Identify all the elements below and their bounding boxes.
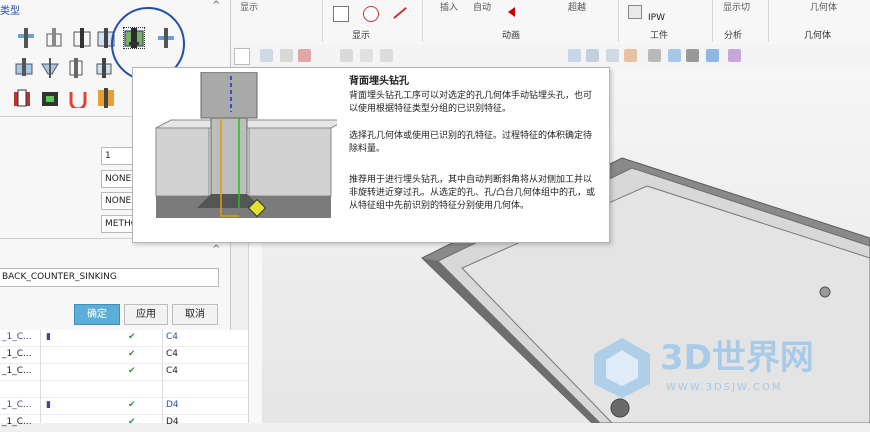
collapse-icon[interactable]: ^ [212,244,220,255]
groove-milling-icon[interactable] [68,88,88,111]
line-icon[interactable] [393,7,407,19]
view-orient-icon[interactable] [668,49,681,62]
operation-list: _1_C... ▮ ✔ C4 _1_C... ✔ C4 _1_C... ✔ C4… [0,330,248,432]
ipw-label[interactable]: IPW [648,13,665,23]
filter-dropdown[interactable] [234,48,250,65]
counterbore-icon[interactable] [14,58,34,78]
ribbon-top-label[interactable]: 显示 [240,0,258,13]
pan-icon[interactable] [624,49,637,62]
ribbon-separator [768,0,769,42]
watermark-url: WWW.3DSJW.COM [666,382,783,393]
type-section-header[interactable]: 类型 [0,2,20,17]
target-icon[interactable] [363,6,379,22]
render-style-icon[interactable] [648,49,661,62]
display-icon[interactable] [333,6,349,22]
workpiece-icon[interactable] [628,5,642,19]
edge-icon[interactable] [686,49,699,62]
apply-button[interactable]: 应用 [124,304,168,325]
collapse-icon[interactable]: ^ [212,0,220,11]
ribbon-top-label[interactable]: 超越 [568,0,586,13]
ribbon-group-display: 显示 [352,31,371,41]
cancel-button[interactable]: 取消 [172,304,218,325]
ribbon-top-label[interactable]: 显示切 [723,0,750,13]
watermark: 3D世界网 WWW.3DSJW.COM [590,330,860,410]
rotate-icon[interactable] [606,49,619,62]
deep-drill-icon[interactable] [72,28,92,48]
countersink-icon[interactable] [40,58,60,78]
ok-button[interactable]: 确定 [74,304,120,325]
list-item[interactable]: _1_C... ▮ ✔ C4 [0,330,248,347]
watermark-brand: 3D世界网 [660,338,814,378]
list-item[interactable]: _1_C... ✔ D4 [0,415,248,432]
watermark-logo [594,338,650,398]
column-divider [40,330,41,423]
boss-milling-icon[interactable] [40,88,60,108]
thread-milling-icon[interactable] [96,88,116,108]
list-item[interactable]: _1_C... ✔ C4 [0,347,248,364]
list-item[interactable]: _1_C... ▮ ✔ D4 [0,398,248,415]
step-back-icon[interactable] [508,7,515,17]
hole-milling-icon[interactable] [12,88,32,108]
list-item[interactable]: _1_C... ✔ C4 [0,364,248,381]
method-field[interactable]: METHOD [101,215,136,233]
zoom-icon[interactable] [586,49,599,62]
ribbon-separator [422,0,423,42]
box-select-icon[interactable] [340,49,353,62]
part-hole [819,286,831,298]
boring-icon[interactable] [66,58,86,78]
list-item[interactable] [0,381,248,398]
spot-drill-icon[interactable] [16,28,36,48]
ribbon: 显示 显示 插入 自动 动画 超越 IPW 工件 显示切 分析 几何体 几何体 [230,0,870,45]
lasso-icon[interactable] [360,49,373,62]
selection-toolbar [230,44,870,69]
ribbon-separator [712,0,713,42]
ribbon-top-label[interactable]: 自动 [473,0,491,13]
count-field[interactable]: 1 [101,147,136,165]
ribbon-group-animation: 动画 [502,31,521,41]
operation-name-input[interactable]: BACK_COUNTER_SINKING [0,268,219,287]
tool-field[interactable]: NONE [101,192,136,210]
program-field[interactable]: NONE [101,170,136,188]
tooltip-title: 背面埋头钻孔 [349,76,409,87]
tooltip-para-2: 选择孔几何体或使用已识别的孔特征。过程特征的体积确定待除料量。 [349,131,593,154]
operation-tooltip: 背面埋头钻孔 背面埋头钻孔工序可以对选定的孔几何体手动钻埋头孔，也可以使用根据特… [132,67,610,243]
ribbon-group-geometry: 几何体 [804,31,832,41]
select-icon[interactable] [280,49,293,62]
ribbon-top-label[interactable]: 几何体 [810,0,837,13]
drill-icon[interactable] [44,28,64,48]
section-icon[interactable] [706,49,719,62]
ribbon-group-analysis: 分析 [724,31,743,41]
display-mode-icon[interactable] [728,49,741,62]
tooltip-illustration [155,72,337,218]
column-divider [162,330,163,423]
ribbon-group-workpiece: 工件 [650,31,669,41]
ribbon-separator [618,0,619,42]
tooltip-para-3: 推荐用于进行埋头钻孔，其中自动判断斜角将从对侧加工并以非旋转进近穿过孔。从选定的… [349,175,596,211]
snap-icon[interactable] [260,49,273,62]
fit-view-icon[interactable] [568,49,581,62]
rect-select-icon[interactable] [380,49,393,62]
point-icon[interactable] [298,49,311,62]
ribbon-separator [322,0,323,42]
tooltip-para-1: 背面埋头钻孔工序可以对选定的孔几何体手动钻埋头孔，也可以使用根据特征类型分组的已… [349,91,593,114]
ribbon-top-label[interactable]: 插入 [440,0,458,13]
